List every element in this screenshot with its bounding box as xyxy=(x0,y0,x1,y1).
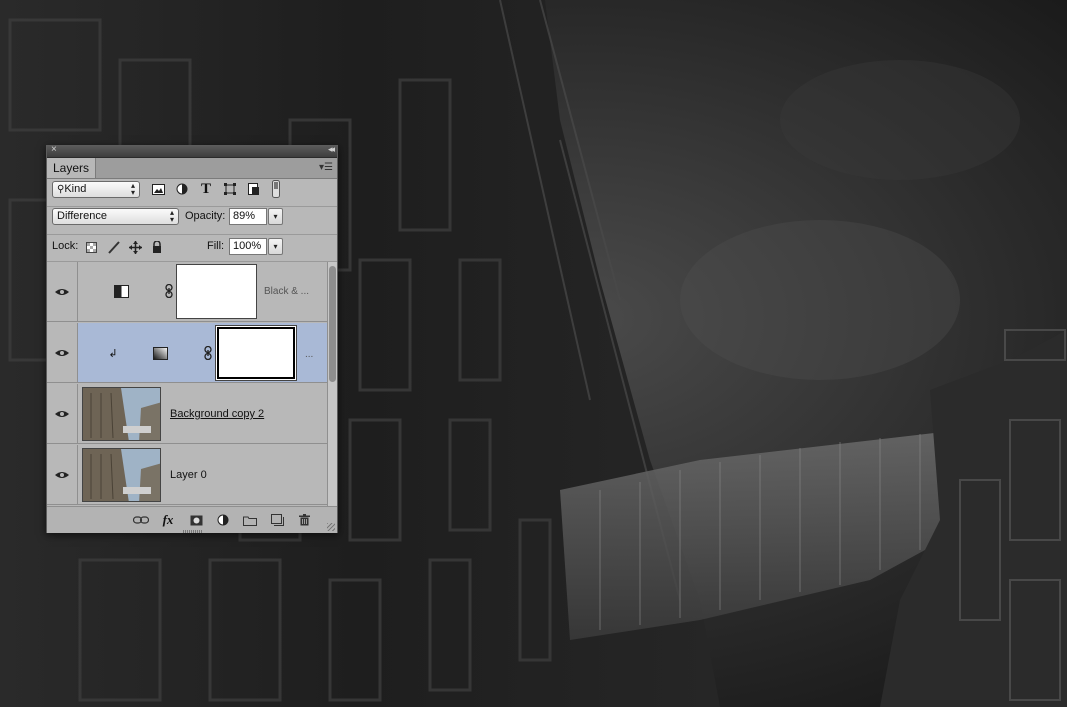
shape-filter-icon[interactable] xyxy=(222,181,238,197)
select-arrows-icon: ▴ ▾ xyxy=(130,181,135,197)
panel-footer: fx xyxy=(47,506,337,533)
lock-image-icon[interactable] xyxy=(105,239,121,255)
filter-row: ⚲Kind ▴ ▾ T xyxy=(47,179,337,207)
type-filter-icon[interactable]: T xyxy=(198,181,214,197)
layer-list-scrollbar[interactable] xyxy=(327,262,337,506)
blend-mode-select[interactable]: Difference ▴ ▾ xyxy=(52,208,179,225)
layer-name[interactable]: Black & ... xyxy=(264,286,309,297)
mask-link-icon[interactable] xyxy=(200,345,216,361)
layer-mask-thumbnail[interactable] xyxy=(176,264,257,319)
layer-row-gradient-map[interactable]: ↲ ... xyxy=(47,323,327,383)
fill-dropdown-button[interactable]: ▾ xyxy=(268,238,283,255)
close-icon[interactable]: × xyxy=(51,144,57,155)
adjustment-filter-icon[interactable] xyxy=(174,181,190,197)
add-mask-icon[interactable] xyxy=(188,512,204,528)
visibility-toggle[interactable] xyxy=(47,262,78,321)
fill-input[interactable]: 100% xyxy=(229,238,267,255)
panel-titlebar[interactable]: × ◂◂ xyxy=(47,144,337,158)
layer-name[interactable]: Background copy 2 xyxy=(170,408,264,420)
scrollbar-thumb[interactable] xyxy=(329,266,336,382)
layer-name[interactable]: Layer 0 xyxy=(170,469,207,481)
panel-tab-row: Layers ▾☰ xyxy=(47,158,337,179)
opacity-dropdown-button[interactable]: ▾ xyxy=(268,208,283,225)
black-white-adjustment-icon xyxy=(113,283,129,299)
visibility-toggle[interactable] xyxy=(47,445,78,504)
new-layer-icon[interactable] xyxy=(269,512,285,528)
select-arrows-icon: ▴ ▾ xyxy=(169,208,174,224)
layer-row-layer-0[interactable]: Layer 0 xyxy=(47,445,327,505)
tab-layers[interactable]: Layers xyxy=(47,158,96,178)
fx-icon[interactable]: fx xyxy=(160,512,176,528)
blend-mode-value: Difference xyxy=(57,210,107,222)
kind-filter-select[interactable]: ⚲Kind ▴ ▾ xyxy=(52,181,140,198)
opacity-input[interactable]: 89% xyxy=(229,208,267,225)
lock-row: Lock: Fill: 100% ▾ xyxy=(47,235,337,262)
gradient-map-adjustment-icon xyxy=(152,345,168,361)
opacity-label: Opacity: xyxy=(185,210,226,222)
eye-icon xyxy=(55,288,69,295)
lock-position-icon[interactable] xyxy=(127,239,143,255)
kind-filter-label: Kind xyxy=(64,183,87,195)
visibility-toggle[interactable] xyxy=(47,384,78,443)
eye-icon xyxy=(55,349,69,356)
clipping-mask-icon: ↲ xyxy=(108,347,118,360)
trash-icon[interactable] xyxy=(296,512,312,528)
layer-list: Black & ... ↲ ... Background copy 2 Laye… xyxy=(47,262,327,506)
collapse-icon[interactable]: ◂◂ xyxy=(328,144,335,155)
layers-panel: × ◂◂ Layers ▾☰ ⚲Kind ▴ ▾ T Difference ▴ … xyxy=(46,144,338,533)
fill-label: Fill: xyxy=(207,240,225,252)
visibility-toggle[interactable] xyxy=(47,323,78,382)
lock-transparent-icon[interactable] xyxy=(83,239,99,255)
blend-row: Difference ▴ ▾ Opacity: 89% ▾ xyxy=(47,207,337,235)
layer-row-black-white[interactable]: Black & ... xyxy=(47,262,327,322)
lock-all-icon[interactable] xyxy=(149,239,165,255)
new-adjustment-icon[interactable] xyxy=(215,512,231,528)
layer-image-thumbnail[interactable] xyxy=(82,387,161,441)
mask-link-icon[interactable] xyxy=(161,283,177,299)
panel-bottom-grip[interactable] xyxy=(183,530,203,533)
eye-icon xyxy=(55,410,69,417)
layer-row-background-copy-2[interactable]: Background copy 2 xyxy=(47,384,327,444)
link-layers-icon[interactable] xyxy=(133,512,149,528)
layer-image-thumbnail[interactable] xyxy=(82,448,161,502)
layer-mask-thumbnail[interactable] xyxy=(215,325,297,381)
eye-icon xyxy=(55,471,69,478)
filter-toggle-icon[interactable] xyxy=(271,179,281,199)
image-filter-icon[interactable] xyxy=(150,181,166,197)
layer-name[interactable]: ... xyxy=(305,349,313,360)
panel-menu-icon[interactable]: ▾☰ xyxy=(319,162,333,173)
resize-grip[interactable] xyxy=(327,523,335,531)
lock-label: Lock: xyxy=(52,240,79,252)
smart-object-filter-icon[interactable] xyxy=(246,181,262,197)
new-group-icon[interactable] xyxy=(242,512,258,528)
